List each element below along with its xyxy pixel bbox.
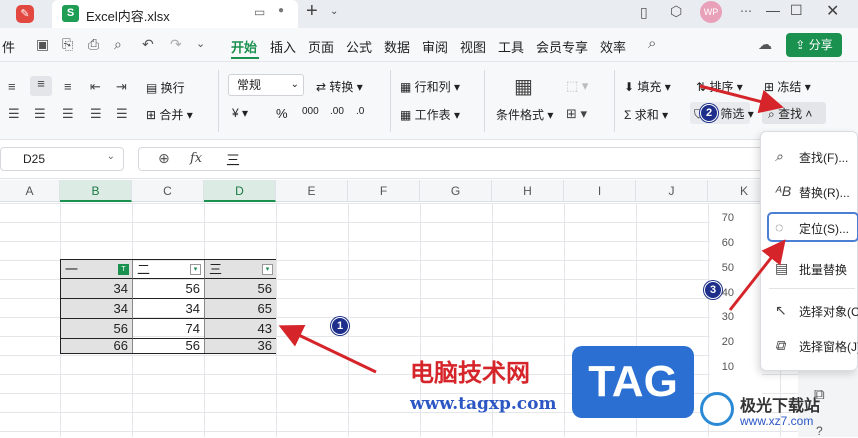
watermark-url: www.tagxp.com: [410, 394, 557, 414]
watermark-brand-url: www.xz7.com: [740, 414, 814, 428]
step-marker-2: 2: [700, 104, 718, 122]
arrow-2: [699, 84, 784, 114]
watermark-site-name: 电脑技术网: [410, 360, 530, 387]
brand-logo-icon: [700, 392, 734, 426]
arrow-3: [728, 239, 786, 311]
step-marker-1: 1: [331, 317, 349, 335]
step-marker-3: 3: [704, 281, 722, 299]
arrow-1: [278, 324, 377, 374]
watermark-brand: 极光下载站: [740, 398, 821, 415]
watermark-tag-logo: TAG: [572, 346, 694, 418]
